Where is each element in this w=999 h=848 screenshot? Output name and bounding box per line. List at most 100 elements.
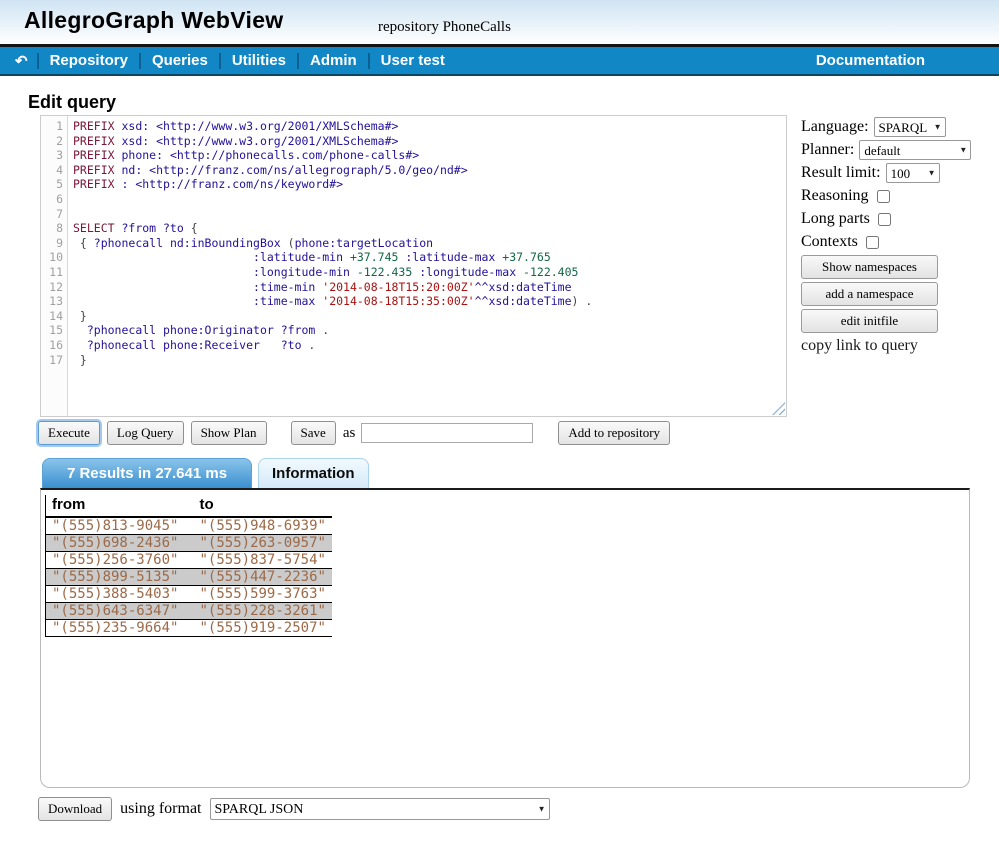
code-line[interactable]: :latitude-min +37.745 :latitude-max +37.… <box>73 250 786 265</box>
planner-select[interactable]: default <box>859 140 971 160</box>
result-cell: "(555)837-5754" <box>194 552 332 569</box>
tab-information[interactable]: Information <box>258 458 369 488</box>
line-number: 1 <box>41 119 63 134</box>
line-number: 5 <box>41 177 63 192</box>
nav-item-admin[interactable]: Admin <box>299 52 368 69</box>
table-row: "(555)643-6347""(555)228-3261" <box>46 603 332 620</box>
result-cell: "(555)447-2236" <box>194 569 332 586</box>
line-number: 13 <box>41 294 63 309</box>
log-query-button[interactable]: Log Query <box>107 421 184 445</box>
table-row: "(555)899-5135""(555)447-2236" <box>46 569 332 586</box>
line-number: 14 <box>41 309 63 324</box>
line-number: 7 <box>41 207 63 222</box>
result-cell: "(555)899-5135" <box>46 569 194 586</box>
repository-label: repository PhoneCalls <box>378 19 511 36</box>
nav-item-user-test[interactable]: User test <box>370 52 456 69</box>
line-number: 16 <box>41 338 63 353</box>
reasoning-label: Reasoning <box>801 187 869 205</box>
using-format-label: using format <box>120 800 201 818</box>
line-number: 10 <box>41 250 63 265</box>
results-panel: from to "(555)813-9045""(555)948-6939""(… <box>40 488 970 788</box>
code-line[interactable]: PREFIX : <http://franz.com/ns/keyword#> <box>73 177 786 192</box>
language-select[interactable]: SPARQL <box>874 117 946 137</box>
page-title: Edit query <box>28 92 999 113</box>
result-cell: "(555)698-2436" <box>46 535 194 552</box>
line-number: 17 <box>41 353 63 368</box>
show-namespaces-button[interactable]: Show namespaces <box>801 255 938 279</box>
code-line[interactable] <box>73 192 786 207</box>
query-options-sidebar: Language: SPARQL▼ Planner: default▼ Resu… <box>801 117 973 355</box>
save-button[interactable]: Save <box>291 421 336 445</box>
code-line[interactable]: PREFIX nd: <http://franz.com/ns/allegrog… <box>73 163 786 178</box>
code-line[interactable]: } <box>73 353 786 368</box>
results-tabs: 7 Results in 27.641 ms Information <box>42 458 999 488</box>
line-number: 4 <box>41 163 63 178</box>
results-header-row: from to <box>46 495 332 517</box>
code-line[interactable]: :time-max '2014-08-18T15:35:00Z'^^xsd:da… <box>73 294 786 309</box>
results-body: "(555)813-9045""(555)948-6939""(555)698-… <box>46 517 332 637</box>
line-number: 2 <box>41 134 63 149</box>
result-cell: "(555)813-9045" <box>46 517 194 535</box>
result-cell: "(555)643-6347" <box>46 603 194 620</box>
code-line[interactable]: PREFIX xsd: <http://www.w3.org/2001/XMLS… <box>73 134 786 149</box>
back-arrow-icon[interactable]: ↶ <box>6 52 37 70</box>
save-name-input[interactable] <box>361 423 533 443</box>
line-number: 6 <box>41 192 63 207</box>
nav-item-queries[interactable]: Queries <box>141 52 219 69</box>
query-editor[interactable]: 1234567891011121314151617 PREFIX xsd: <h… <box>40 115 787 417</box>
line-number: 12 <box>41 280 63 295</box>
nav-item-repository[interactable]: Repository <box>39 52 139 69</box>
planner-label: Planner: <box>801 141 854 159</box>
table-row: "(555)698-2436""(555)263-0957" <box>46 535 332 552</box>
editor-line-numbers: 1234567891011121314151617 <box>41 116 68 416</box>
code-line[interactable]: PREFIX xsd: <http://www.w3.org/2001/XMLS… <box>73 119 786 134</box>
long-parts-checkbox[interactable] <box>878 213 891 226</box>
result-cell: "(555)263-0957" <box>194 535 332 552</box>
code-line[interactable]: :longitude-min -122.435 :longitude-max -… <box>73 265 786 280</box>
as-label: as <box>343 425 356 442</box>
show-plan-button[interactable]: Show Plan <box>191 421 267 445</box>
reasoning-checkbox[interactable] <box>877 190 890 203</box>
table-row: "(555)388-5403""(555)599-3763" <box>46 586 332 603</box>
table-row: "(555)235-9664""(555)919-2507" <box>46 620 332 637</box>
code-line[interactable]: SELECT ?from ?to { <box>73 221 786 236</box>
code-line[interactable]: :time-min '2014-08-18T15:20:00Z'^^xsd:da… <box>73 280 786 295</box>
results-table: from to "(555)813-9045""(555)948-6939""(… <box>45 495 332 637</box>
workspace: 1234567891011121314151617 PREFIX xsd: <h… <box>0 115 999 448</box>
code-line[interactable]: } <box>73 309 786 324</box>
long-parts-label: Long parts <box>801 210 870 228</box>
edit-initfile-button[interactable]: edit initfile <box>801 309 938 333</box>
query-toolbar: Execute Log Query Show Plan Save as Add … <box>38 421 677 445</box>
sidebar-checkboxes: Reasoning Long parts Contexts <box>801 186 973 252</box>
code-line[interactable]: { ?phonecall nd:inBoundingBox (phone:tar… <box>73 236 786 251</box>
add-a-namespace-button[interactable]: add a namespace <box>801 282 938 306</box>
result-cell: "(555)256-3760" <box>46 552 194 569</box>
code-line[interactable] <box>73 207 786 222</box>
navbar: ↶ RepositoryQueriesUtilitiesAdminUser te… <box>0 44 999 76</box>
result-limit-select[interactable]: 100 <box>886 163 940 183</box>
result-cell: "(555)948-6939" <box>194 517 332 535</box>
code-line[interactable]: ?phonecall phone:Originator ?from . <box>73 323 786 338</box>
app-title: AllegroGraph WebView <box>24 7 283 34</box>
copy-link-to-query[interactable]: copy link to query <box>801 337 973 355</box>
code-line[interactable]: ?phonecall phone:Receiver ?to . <box>73 338 786 353</box>
contexts-checkbox[interactable] <box>866 236 879 249</box>
result-cell: "(555)235-9664" <box>46 620 194 637</box>
download-button[interactable]: Download <box>38 797 112 821</box>
language-label: Language: <box>801 118 869 136</box>
nav-item-documentation[interactable]: Documentation <box>816 52 925 69</box>
nav-item-utilities[interactable]: Utilities <box>221 52 297 69</box>
download-format-select[interactable]: SPARQL JSON <box>210 798 550 820</box>
column-header-to: to <box>194 495 332 517</box>
tab-results[interactable]: 7 Results in 27.641 ms <box>42 458 252 488</box>
add-to-repository-button[interactable]: Add to repository <box>558 421 670 445</box>
app-header: AllegroGraph WebView repository PhoneCal… <box>0 0 999 44</box>
editor-code[interactable]: PREFIX xsd: <http://www.w3.org/2001/XMLS… <box>68 116 786 416</box>
contexts-label: Contexts <box>801 233 858 251</box>
execute-button[interactable]: Execute <box>38 421 100 445</box>
line-number: 9 <box>41 236 63 251</box>
result-limit-label: Result limit: <box>801 164 881 182</box>
namespace-buttons: Show namespaces add a namespace edit initf… <box>801 255 973 333</box>
code-line[interactable]: PREFIX phone: <http://phonecalls.com/pho… <box>73 148 786 163</box>
result-cell: "(555)388-5403" <box>46 586 194 603</box>
